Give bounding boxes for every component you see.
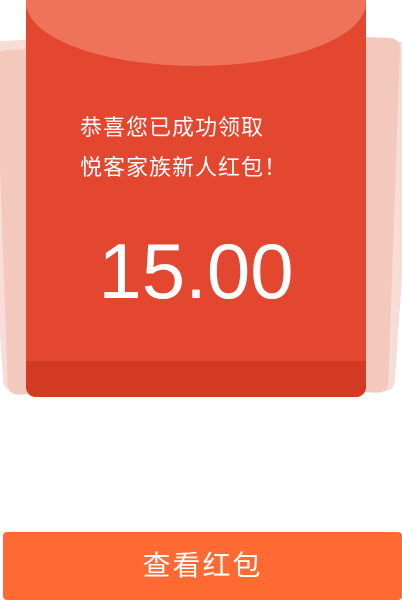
envelope-flap <box>26 0 366 66</box>
view-red-packet-button[interactable]: 查看红包 <box>3 532 402 600</box>
congrats-message-line-2: 悦客家族新人红包！ <box>80 156 288 181</box>
red-packet-amount: 15.00 <box>98 227 294 315</box>
congrats-message-line-1: 恭喜您已成功领取 <box>80 116 265 141</box>
envelope-bottom-band <box>26 361 366 397</box>
red-envelope: 恭喜您已成功领取 悦客家族新人红包！ 15.00 <box>26 0 366 397</box>
red-packet-screen: 恭喜您已成功领取 悦客家族新人红包！ 15.00 查看红包 <box>0 0 402 600</box>
